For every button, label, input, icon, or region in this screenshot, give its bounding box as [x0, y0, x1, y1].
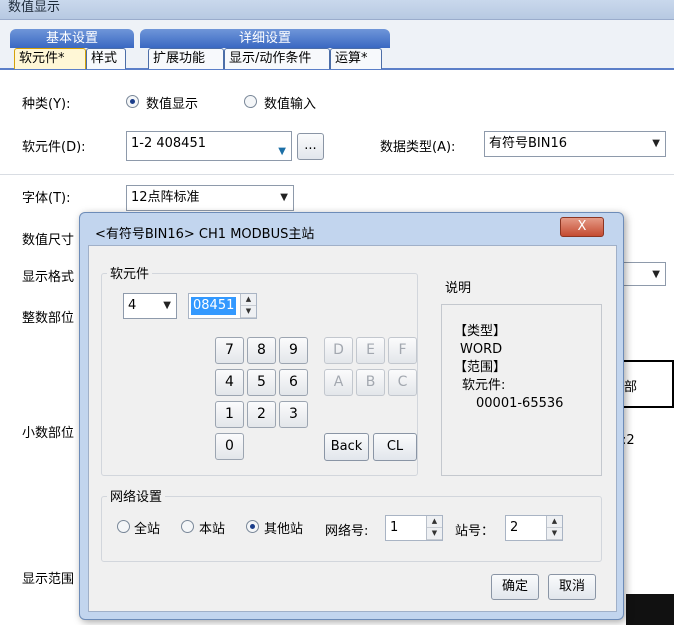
desc-range-value: 00001-65536: [476, 396, 564, 411]
font-select[interactable]: 12点阵标准 ▼: [126, 185, 294, 211]
net-other-label: 其他站: [264, 522, 304, 537]
device-value: 1-2 408451: [131, 136, 206, 151]
station-field[interactable]: 2 ▲ ▼: [505, 515, 563, 541]
key-7[interactable]: 7: [215, 337, 244, 364]
preview-text: 部: [624, 380, 638, 395]
net-other-radio[interactable]: [246, 520, 259, 533]
size-label: 数值尺寸: [22, 233, 75, 248]
device-combo[interactable]: 1-2 408451 ▼: [126, 131, 292, 161]
net-all-label: 全站: [134, 522, 161, 537]
description-title: 说明: [445, 281, 472, 296]
key-2[interactable]: 2: [247, 401, 276, 428]
netno-field[interactable]: 1 ▲ ▼: [385, 515, 443, 541]
tab-display-condition[interactable]: 显示/动作条件: [224, 48, 330, 69]
dialog-body: 软元件 4 ▼ 08451 ▲ ▼ 7 8 9 4 5 6 1 2 3 0 D …: [88, 245, 617, 612]
key-f[interactable]: F: [388, 337, 417, 364]
chevron-down-icon: ▼: [163, 300, 171, 311]
window-titlebar: 数值显示: [0, 0, 674, 20]
window-title: 数值显示: [8, 0, 61, 15]
clear-button[interactable]: CL: [373, 433, 417, 461]
device-number-value: 08451: [191, 297, 237, 315]
desc-range-heading: 【范围】: [454, 360, 507, 375]
key-0[interactable]: 0: [215, 433, 244, 460]
close-icon: X: [577, 219, 587, 234]
int-label: 整数部位: [22, 311, 75, 326]
dialog-title: <有符号BIN16> CH1 MODBUS主站: [95, 227, 315, 242]
key-9[interactable]: 9: [279, 337, 308, 364]
kind-display-radio[interactable]: [126, 95, 139, 108]
tab-group-basic[interactable]: 基本设置: [10, 29, 134, 48]
netno-label: 网络号:: [325, 524, 369, 539]
net-all-radio[interactable]: [117, 520, 130, 533]
device-type-select[interactable]: 4 ▼: [123, 293, 177, 319]
key-a[interactable]: A: [324, 369, 353, 396]
desc-type-value: WORD: [460, 342, 503, 357]
net-local-label: 本站: [199, 522, 226, 537]
spin-down-icon[interactable]: ▼: [427, 528, 442, 540]
key-1[interactable]: 1: [215, 401, 244, 428]
key-d[interactable]: D: [324, 337, 353, 364]
kind-input-label: 数值输入: [264, 97, 317, 112]
device-input-dialog: <有符号BIN16> CH1 MODBUS主站 X 软元件 4 ▼ 08451 …: [79, 212, 624, 620]
spin-up-icon[interactable]: ▲: [547, 516, 562, 528]
key-4[interactable]: 4: [215, 369, 244, 396]
station-value: 2: [510, 520, 519, 535]
datatype-label: 数据类型(A):: [380, 140, 456, 155]
device-group-label: 软元件: [107, 263, 153, 282]
spin-up-icon[interactable]: ▲: [241, 294, 256, 306]
preview-dark-area: [626, 594, 674, 625]
dialog-close-button[interactable]: X: [560, 217, 604, 237]
chevron-down-icon[interactable]: ▼: [278, 140, 286, 164]
back-button[interactable]: Back: [324, 433, 369, 461]
netno-spinner[interactable]: ▲ ▼: [426, 516, 442, 540]
datatype-select[interactable]: 有符号BIN16 ▼: [484, 131, 666, 157]
kind-label: 种类(Y):: [22, 97, 71, 112]
spin-down-icon[interactable]: ▼: [547, 528, 562, 540]
tab-calculation[interactable]: 运算*: [330, 48, 382, 69]
description-text: 【类型】 WORD 【范围】 软元件: 00001-65536: [454, 323, 563, 413]
font-label: 字体(T):: [22, 191, 71, 206]
station-spinner[interactable]: ▲ ▼: [546, 516, 562, 540]
browse-button[interactable]: ...: [297, 133, 324, 160]
key-e[interactable]: E: [356, 337, 385, 364]
font-value: 12点阵标准: [131, 190, 200, 205]
desc-type-heading: 【类型】: [454, 324, 507, 339]
station-label: 站号：: [455, 524, 495, 539]
device-label: 软元件(D):: [22, 140, 86, 155]
key-6[interactable]: 6: [279, 369, 308, 396]
tab-style[interactable]: 样式: [86, 48, 126, 69]
net-local-radio[interactable]: [181, 520, 194, 533]
device-number-spinner[interactable]: ▲ ▼: [240, 294, 256, 318]
kind-display-label: 数值显示: [146, 97, 199, 112]
dec-label: 小数部位: [22, 426, 75, 441]
tab-device[interactable]: 软元件*: [14, 48, 86, 69]
datatype-value: 有符号BIN16: [489, 136, 568, 151]
ok-button[interactable]: 确定: [491, 574, 539, 600]
format-label: 显示格式: [22, 270, 75, 285]
tab-group-detail[interactable]: 详细设置: [140, 29, 390, 48]
spin-down-icon[interactable]: ▼: [241, 306, 256, 318]
key-c[interactable]: C: [388, 369, 417, 396]
key-5[interactable]: 5: [247, 369, 276, 396]
kind-input-radio[interactable]: [244, 95, 257, 108]
key-8[interactable]: 8: [247, 337, 276, 364]
description-panel: 【类型】 WORD 【范围】 软元件: 00001-65536: [441, 304, 602, 476]
device-number-field[interactable]: 08451 ▲ ▼: [188, 293, 257, 319]
tab-extension[interactable]: 扩展功能: [148, 48, 224, 69]
cancel-button[interactable]: 取消: [548, 574, 596, 600]
network-group-label: 网络设置: [107, 486, 166, 505]
device-type-value: 4: [128, 298, 137, 313]
key-3[interactable]: 3: [279, 401, 308, 428]
chevron-down-icon: ▼: [280, 192, 288, 203]
format-select[interactable]: ▼: [620, 262, 666, 286]
chevron-down-icon: ▼: [652, 269, 660, 280]
spin-up-icon[interactable]: ▲: [427, 516, 442, 528]
key-b[interactable]: B: [356, 369, 385, 396]
range-label: 显示范围: [22, 572, 75, 587]
divider: [0, 174, 674, 175]
netno-value: 1: [390, 520, 399, 535]
chevron-down-icon: ▼: [652, 138, 660, 149]
desc-range-label: 软元件:: [462, 378, 506, 393]
